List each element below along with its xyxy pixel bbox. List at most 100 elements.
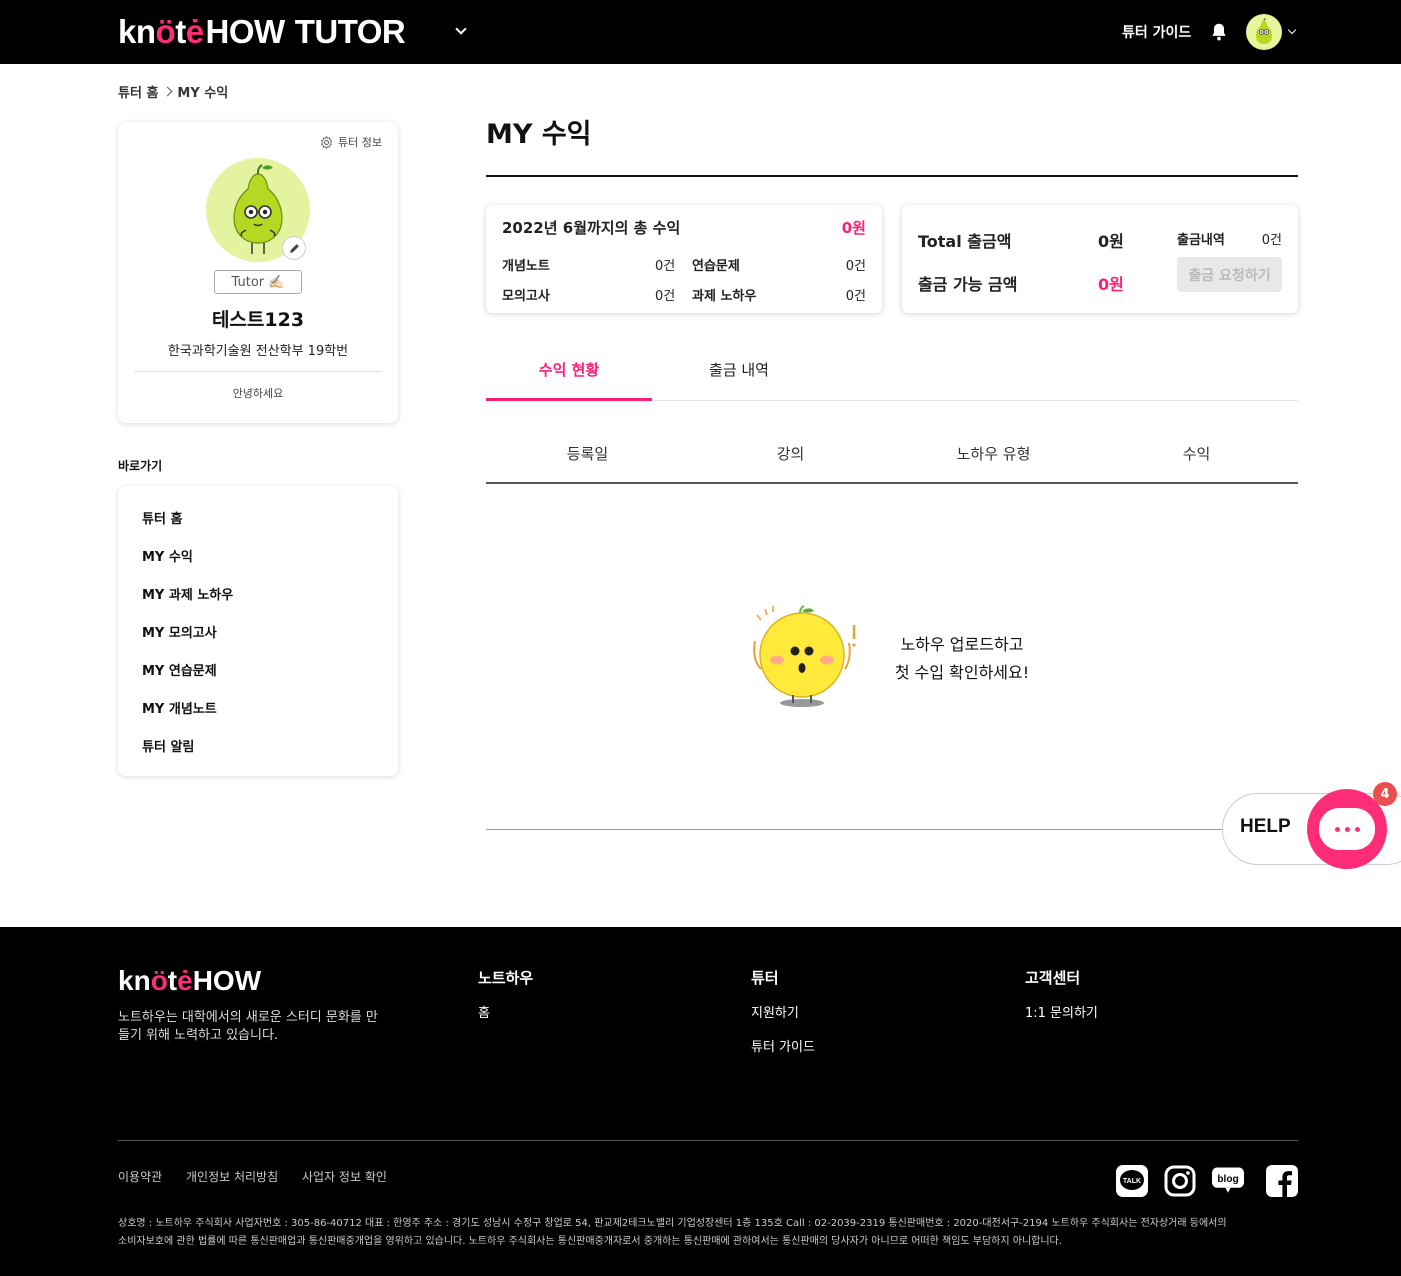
tutor-info-link[interactable]: 튜터 정보 bbox=[319, 134, 382, 150]
company-info: 상호명 : 노트하우 주식회사 사업자번호 : 305-86-40712 대표 … bbox=[118, 1215, 1298, 1251]
facebook-icon[interactable] bbox=[1266, 1165, 1298, 1197]
edit-avatar-button[interactable] bbox=[282, 236, 306, 260]
footer-tagline: 노트하우는 대학에서의 새로운 스터디 문화를 만들기 위해 노력하고 있습니다… bbox=[118, 1010, 378, 1043]
footer-link-home[interactable]: 홈 bbox=[478, 1002, 490, 1021]
divider bbox=[486, 482, 1298, 484]
kakaotalk-label: TALK bbox=[1123, 1178, 1141, 1185]
blog-icon[interactable]: blog bbox=[1212, 1165, 1244, 1197]
logo-how: HOW bbox=[192, 965, 262, 996]
logo-letter-o: ö bbox=[150, 965, 168, 996]
summary-value-mock-exam: 0건 bbox=[655, 289, 676, 304]
apple-mascot-icon bbox=[753, 605, 856, 707]
tab-income-status[interactable]: 수익 현황 bbox=[486, 359, 652, 401]
tutor-info-label: 튜터 정보 bbox=[338, 136, 382, 149]
chat-bubble-icon bbox=[1319, 808, 1375, 850]
logo-letter-e: ė bbox=[177, 965, 193, 996]
summary-label-concept-note: 개념노트 bbox=[502, 259, 550, 274]
withdraw-summary-card: Total 출금액 0원 출금내역 0건 출금 가능 금액 0원 출금 요청하기 bbox=[902, 205, 1298, 313]
logo-letter-e: ė bbox=[185, 13, 204, 50]
tutor-guide-link[interactable]: 튜터 가이드 bbox=[1122, 22, 1191, 42]
footer-col-title-notehow: 노트하우 bbox=[478, 969, 534, 987]
divider bbox=[118, 1140, 1298, 1141]
footer-link-apply[interactable]: 지원하기 bbox=[751, 1002, 799, 1021]
footer-col-title-tutor: 튜터 bbox=[751, 969, 779, 987]
shortcut-item-tutor-home[interactable]: 튜터 홈 bbox=[142, 508, 182, 527]
shortcut-item-my-concept-note[interactable]: MY 개념노트 bbox=[142, 698, 217, 717]
logo-letter-t: t bbox=[175, 13, 186, 50]
footer: knötėHOW 노트하우는 대학에서의 새로운 스터디 문화를 만들기 위해 … bbox=[0, 927, 1401, 1276]
column-header-lecture[interactable]: 강의 bbox=[689, 443, 892, 464]
pear-mascot-icon bbox=[1256, 18, 1272, 44]
available-amount-label: 출금 가능 금액 bbox=[918, 275, 1018, 294]
empty-state-message: 노하우 업로드하고 첫 수입 확인하세요! bbox=[880, 631, 1044, 687]
shortcut-title: 바로가기 bbox=[118, 459, 163, 473]
footer-link-business-info[interactable]: 사업자 정보 확인 bbox=[302, 1168, 387, 1185]
column-header-date[interactable]: 등록일 bbox=[486, 443, 689, 464]
logo-tutor: TUTOR bbox=[294, 13, 406, 50]
summary-label-mock-exam: 모의고사 bbox=[502, 289, 550, 304]
divider bbox=[486, 175, 1298, 177]
top-navigation-bar: kn ö t ė HOW TUTOR 튜터 가이드 bbox=[0, 0, 1401, 64]
chat-dot bbox=[1354, 826, 1360, 832]
bell-icon[interactable] bbox=[1208, 21, 1230, 43]
logo-how: HOW bbox=[205, 13, 286, 50]
chevron-down-icon[interactable] bbox=[1287, 25, 1297, 35]
chat-dot bbox=[1344, 826, 1350, 832]
tab-withdraw-history[interactable]: 출금 내역 bbox=[656, 359, 822, 401]
footer-col-title-support: 고객센터 bbox=[1025, 969, 1081, 987]
footer-link-privacy[interactable]: 개인정보 처리방침 bbox=[186, 1168, 278, 1185]
divider bbox=[486, 829, 1298, 830]
gear-icon bbox=[321, 135, 332, 149]
blog-label: blog bbox=[1217, 1174, 1238, 1185]
instagram-icon[interactable] bbox=[1164, 1165, 1196, 1197]
chevron-down-icon[interactable] bbox=[455, 23, 467, 35]
shortcut-item-my-practice[interactable]: MY 연습문제 bbox=[142, 660, 217, 679]
logo-letter-t: t bbox=[167, 965, 178, 996]
logo-letters: kn bbox=[118, 13, 156, 50]
breadcrumb-home[interactable]: 튜터 홈 bbox=[118, 82, 158, 101]
user-avatar[interactable] bbox=[1246, 14, 1282, 50]
pencil-icon bbox=[289, 243, 299, 253]
footer-logo[interactable]: knötėHOW bbox=[118, 965, 261, 997]
shortcut-item-tutor-alerts[interactable]: 튜터 알림 bbox=[142, 736, 194, 755]
withdraw-history-value: 0건 bbox=[1261, 233, 1282, 248]
total-withdraw-value: 0원 bbox=[1098, 232, 1124, 251]
shortcut-item-my-mock-exam[interactable]: MY 모의고사 bbox=[142, 622, 217, 641]
available-amount-value: 0원 bbox=[1098, 275, 1124, 294]
kakaotalk-icon[interactable]: TALK bbox=[1116, 1165, 1148, 1197]
help-label[interactable]: HELP bbox=[1240, 816, 1291, 838]
footer-link-tutor-guide[interactable]: 튜터 가이드 bbox=[751, 1036, 815, 1055]
logo-letter-o: ö bbox=[155, 13, 176, 50]
withdraw-request-button[interactable]: 출금 요청하기 bbox=[1177, 257, 1282, 292]
shortcut-menu: 튜터 홈 MY 수익 MY 과제 노하우 MY 모의고사 MY 연습문제 MY … bbox=[118, 486, 398, 776]
shortcut-item-my-assignment-knowhow[interactable]: MY 과제 노하우 bbox=[142, 584, 233, 603]
summary-label-practice: 연습문제 bbox=[692, 259, 740, 274]
chevron-right-icon bbox=[162, 86, 173, 97]
profile-card: 튜터 정보 Tutor ✍🏻 테스트123 한국과학기술원 전산학부 19학번 … bbox=[118, 122, 398, 423]
active-tab-indicator bbox=[486, 398, 652, 401]
notification-count-badge: 4 bbox=[1373, 782, 1397, 806]
profile-greeting: 안녕하세요 bbox=[232, 387, 284, 400]
profile-name: 테스트123 bbox=[211, 309, 305, 331]
total-income-value: 0원 bbox=[841, 219, 866, 237]
empty-state-line-2: 첫 수입 확인하세요! bbox=[894, 663, 1030, 682]
company-info-line-1: 상호명 : 노트하우 주식회사 사업자번호 : 305-86-40712 대표 … bbox=[118, 1218, 1227, 1229]
summary-value-assignment-knowhow: 0건 bbox=[845, 289, 866, 304]
divider bbox=[134, 371, 382, 372]
total-income-label: 2022년 6월까지의 총 수익 bbox=[502, 219, 681, 237]
empty-state-line-1: 노하우 업로드하고 bbox=[900, 635, 1024, 654]
footer-link-inquiry[interactable]: 1:1 문의하기 bbox=[1025, 1002, 1098, 1021]
total-withdraw-label: Total 출금액 bbox=[918, 232, 1012, 251]
brand-logo[interactable]: kn ö t ė HOW TUTOR bbox=[118, 10, 406, 54]
profile-school: 한국과학기술원 전산학부 19학번 bbox=[167, 344, 349, 359]
page-title: MY 수익 bbox=[486, 119, 592, 150]
summary-value-practice: 0건 bbox=[845, 259, 866, 274]
income-summary-card: 2022년 6월까지의 총 수익 0원 개념노트 0건 연습문제 0건 모의고사… bbox=[486, 205, 882, 313]
logo-letters: kn bbox=[118, 965, 151, 996]
column-header-income[interactable]: 수익 bbox=[1095, 443, 1298, 464]
column-header-knowhow-type[interactable]: 노하우 유형 bbox=[892, 443, 1095, 464]
footer-link-terms[interactable]: 이용약관 bbox=[118, 1168, 162, 1185]
company-info-line-2: 소비자보호에 관한 법률에 따른 통신판매업과 통신판매중개업을 영위하고 있습… bbox=[118, 1236, 1062, 1247]
summary-label-assignment-knowhow: 과제 노하우 bbox=[692, 289, 757, 304]
shortcut-item-my-income[interactable]: MY 수익 bbox=[142, 546, 193, 565]
